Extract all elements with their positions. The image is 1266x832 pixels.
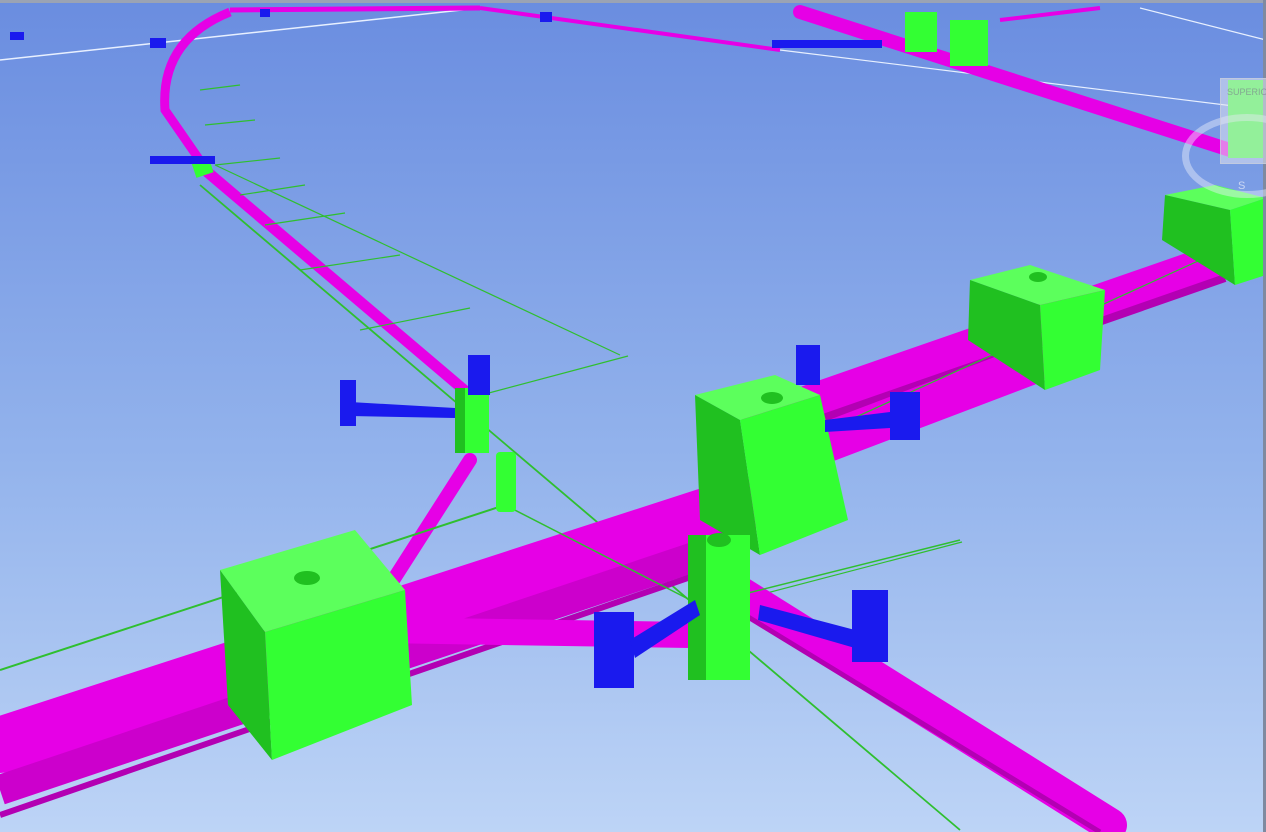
compass-letter: S bbox=[1238, 180, 1246, 192]
viewcube-icon[interactable]: SUPERIOR S bbox=[1148, 72, 1266, 200]
viewcube-face-label: SUPERIOR bbox=[1227, 87, 1266, 97]
viewcube-face[interactable]: SUPERIOR bbox=[1220, 78, 1266, 164]
model-scene[interactable] bbox=[0, 0, 1266, 832]
window-top-edge bbox=[0, 0, 1266, 3]
3d-viewport[interactable]: SUPERIOR S bbox=[0, 0, 1266, 832]
